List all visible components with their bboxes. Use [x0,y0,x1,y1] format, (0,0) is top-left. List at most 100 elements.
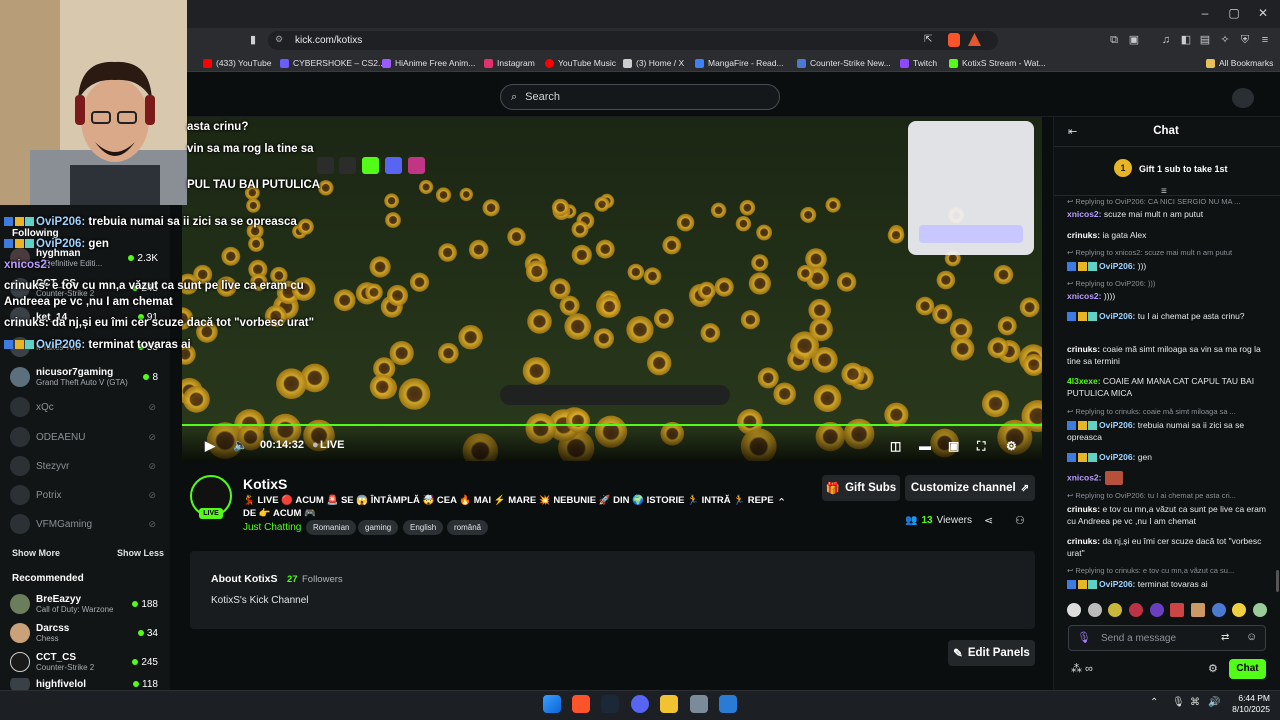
sidebar-channel[interactable]: Darcss Chess 34 [10,622,162,644]
app-window-icon[interactable] [719,695,737,713]
bookmark-item[interactable]: MangaFire - Read... [695,58,784,68]
emote-icon[interactable] [1108,603,1123,617]
chat-username[interactable]: xnicos2: [1067,472,1102,482]
chat-username[interactable]: xnicos2: [1067,291,1102,301]
volume-icon[interactable]: 🔈 [233,438,248,452]
screenshot-icon[interactable]: ▣ [1128,34,1140,46]
chat-reply-reference[interactable]: ↩ Replying to xnicos2: scuze mai mult n … [1067,248,1267,257]
share-icon[interactable]: ⇱ [924,34,932,45]
media-icon[interactable]: ♫ [1160,34,1172,46]
sidebar-channel[interactable]: Stezyvr ⊘ [10,455,162,477]
emote-icon[interactable] [1067,603,1081,617]
microphone-icon[interactable]: 🎙 [1077,631,1091,644]
steam-icon[interactable] [601,695,619,713]
stream-tag[interactable]: gaming [358,520,399,535]
customize-channel-button[interactable]: Customize channel ⇗ [905,475,1035,501]
bookmark-item[interactable]: YouTube Music [545,58,616,68]
minimize-icon[interactable]: – [1198,6,1212,20]
translate-icon[interactable]: ⇄ [1221,632,1229,643]
settings-app-icon[interactable] [690,695,708,713]
wallet-icon[interactable]: ▤ [1199,34,1211,46]
gift-subs-button[interactable]: 🎁 Gift Subs [822,475,900,501]
emote-icon[interactable] [1211,603,1226,617]
share-icon[interactable]: ⋖ [984,514,993,527]
bookmark-item[interactable]: Twitch [900,58,937,68]
chat-reply-reference[interactable]: ↩ Replying to OviP206: ))) [1067,279,1267,288]
sidebar-channel[interactable]: Potrix ⊘ [10,484,162,506]
settings-gear-icon[interactable]: ⚙ [1006,439,1017,453]
emote-icon[interactable] [1232,603,1247,617]
sidebar-channel[interactable]: VFMGaming ⊘ [10,513,162,535]
emote-icon[interactable] [1252,603,1267,617]
file-explorer-icon[interactable] [660,695,678,713]
network-icon[interactable]: ⌘ [1190,697,1200,708]
emoji-picker-icon[interactable]: ☺ [1246,631,1257,643]
stream-tag[interactable]: Romanian [306,520,357,535]
play-icon[interactable]: ▶ [205,438,215,454]
bookmark-item[interactable]: (433) YouTube [203,58,271,68]
brave-browser-icon[interactable] [572,695,590,713]
theater-mode-icon[interactable]: ◫ [890,439,901,453]
emote-icon[interactable] [1170,603,1185,617]
sidebar-toggle-icon[interactable]: ◧ [1180,34,1192,46]
bookmark-item[interactable]: CYBERSHOKE – CS2... [280,58,385,68]
clip-icon[interactable]: ▬ [919,439,931,453]
chat-username[interactable]: 4l3xexe: [1067,376,1101,386]
sidebar-channel[interactable]: ODEAENU ⊘ [10,426,162,448]
bookmark-item[interactable]: KotixS Stream - Wat... [949,58,1046,68]
video-player[interactable] [182,117,1042,461]
all-bookmarks[interactable]: All Bookmarks [1206,58,1273,68]
chat-username[interactable]: crinuks: [1067,536,1100,546]
close-window-icon[interactable]: ✕ [1256,6,1270,20]
microphone-tray-icon[interactable]: 🎙 [1172,697,1185,708]
discord-icon[interactable] [631,695,649,713]
menu-icon[interactable]: ≡ [1259,34,1271,46]
emote-icon[interactable] [1087,603,1102,617]
vpn-icon[interactable]: ⛨ [1239,34,1251,46]
chat-points-icon[interactable]: ⁂ ∞ [1071,662,1093,675]
sidebar-channel[interactable]: BreEazyy Call of Duty: Warzone 188 [10,593,162,615]
chat-reply-reference[interactable]: ↩ Replying to crinuks: coaie mă simt mil… [1067,407,1267,416]
chat-username[interactable]: OviP206: [1099,261,1135,271]
tray-chevron-icon[interactable]: ⌃ [1150,697,1158,708]
edit-panels-button[interactable]: ✎ Edit Panels [948,640,1035,666]
chevron-up-icon[interactable]: ⌃ [777,496,786,509]
bookmark-item[interactable]: (3) Home / X [623,58,684,68]
sidebar-channel[interactable]: highfivelol 118 [10,678,162,690]
user-avatar[interactable] [1232,88,1254,108]
chat-username[interactable]: crinuks: [1067,230,1100,240]
chat-username[interactable]: crinuks: [1067,504,1100,514]
chat-username[interactable]: OviP206: [1099,420,1135,430]
windows-start-icon[interactable] [543,695,561,713]
speaker-icon[interactable]: 🔊 [1208,697,1220,708]
show-more-button[interactable]: Show More [12,548,60,558]
bookmark-item[interactable]: HiAnime Free Anim... [382,58,475,68]
extensions-icon[interactable]: ⧉ [1108,34,1120,46]
chat-scrollbar[interactable] [1276,570,1279,592]
brave-shields-icon[interactable] [948,33,960,47]
emote-icon[interactable] [1128,603,1143,617]
gift-sub-banner[interactable]: Gift 1 sub to take 1st [1139,164,1228,174]
emote-icon[interactable] [1190,603,1205,617]
chat-message-input[interactable]: 🎙 Send a message ⇄ ☺ [1068,625,1266,651]
maximize-icon[interactable]: ▢ [1227,6,1241,20]
chat-username[interactable]: OviP206: [1099,311,1135,321]
brave-rewards-icon[interactable] [968,33,981,46]
fullscreen-icon[interactable]: ⛶ [977,439,985,454]
chat-reply-reference[interactable]: ↩ Replying to OviP206: CA NICI SERGIO NU… [1067,197,1267,206]
site-info-icon[interactable]: ⚙ [275,34,283,45]
stream-tag[interactable]: română [447,520,489,535]
chat-username[interactable]: OviP206: [1099,579,1135,589]
bookmark-item[interactable]: Counter-Strike New... [797,58,891,68]
sidebar-channel[interactable]: nicusor7gaming Grand Theft Auto V (GTA) 8 [10,366,162,388]
profile-icon[interactable]: ⚇ [1015,514,1025,527]
bookmark-item[interactable]: Instagram [484,58,535,68]
leo-ai-icon[interactable]: ✧ [1219,34,1231,46]
chat-settings-gear-icon[interactable]: ⚙ [1208,662,1218,675]
emote-icon[interactable] [1149,603,1164,617]
chat-reply-reference[interactable]: ↩ Replying to OviP206: tu I ai chemat pe… [1067,491,1267,500]
stream-category[interactable]: Just Chatting [243,522,301,533]
chat-username[interactable]: xnicos2: [1067,209,1102,219]
search-input[interactable]: ⌕ Search [500,84,780,110]
show-less-button[interactable]: Show Less [117,548,164,558]
